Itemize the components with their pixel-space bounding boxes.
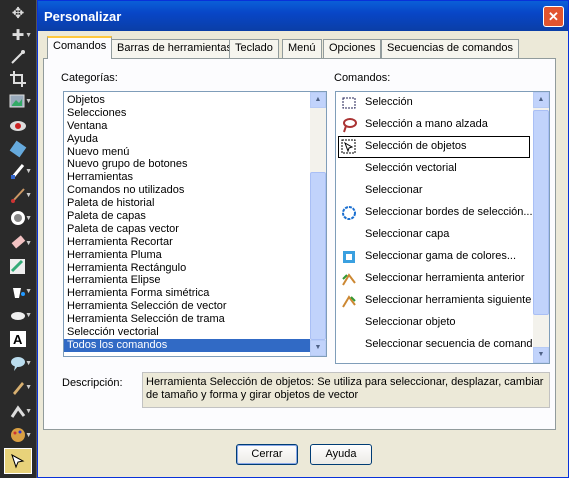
command-item[interactable]: Seleccionar herramienta siguiente bbox=[338, 290, 534, 312]
command-label: Selección vectorial bbox=[365, 162, 457, 174]
brush-icon[interactable]: ▼ bbox=[4, 158, 32, 184]
scroll-thumb[interactable] bbox=[533, 110, 549, 315]
command-label: Seleccionar gama de colores... bbox=[365, 250, 517, 262]
next-tool-icon bbox=[341, 293, 357, 309]
paint-bucket-icon[interactable]: ▼ bbox=[4, 278, 32, 304]
object-selector-icon[interactable] bbox=[4, 448, 32, 474]
scroll-thumb[interactable] bbox=[310, 172, 326, 340]
command-label: Seleccionar objeto bbox=[365, 316, 456, 328]
category-item[interactable]: Paleta de capas vector bbox=[64, 223, 326, 236]
command-label: Selección de objetos bbox=[365, 140, 467, 152]
lasso-icon bbox=[341, 117, 357, 133]
tab-secuencias-de-comandos[interactable]: Secuencias de comandos bbox=[381, 39, 519, 58]
command-item[interactable]: Selección de objetos bbox=[338, 136, 530, 158]
pen-icon[interactable]: ▼ bbox=[4, 374, 32, 400]
flood-fill-icon[interactable]: ▼ bbox=[4, 205, 32, 231]
color-range-icon bbox=[341, 249, 357, 265]
command-label: Seleccionar herramienta siguiente bbox=[365, 294, 532, 306]
category-item[interactable]: Selecciones bbox=[64, 107, 326, 120]
close-button[interactable]: Cerrar bbox=[236, 444, 298, 465]
category-item[interactable]: Herramienta Selección de trama bbox=[64, 313, 326, 326]
command-item[interactable]: Seleccionar secuencia de comandos bbox=[338, 334, 544, 356]
category-item[interactable]: Herramienta Rectángulo bbox=[64, 262, 326, 275]
command-item[interactable]: Seleccionar gama de colores... bbox=[338, 246, 534, 268]
command-label: Selección a mano alzada bbox=[365, 118, 488, 130]
commands-label: Comandos: bbox=[334, 72, 391, 84]
command-label: Seleccionar capa bbox=[365, 228, 450, 240]
command-label: Seleccionar secuencia de comandos bbox=[365, 338, 545, 350]
command-item[interactable]: Seleccionar capa bbox=[338, 224, 541, 246]
marquee-selection-icon bbox=[341, 95, 357, 111]
category-item[interactable]: Todos los comandos bbox=[64, 338, 326, 352]
description-label: Descripción: bbox=[62, 377, 123, 389]
category-item[interactable]: Herramienta Elipse bbox=[64, 274, 326, 287]
previous-tool-icon bbox=[341, 271, 357, 287]
category-item[interactable]: Comandos no utilizados bbox=[64, 184, 326, 197]
tab-barras-de-herramientas[interactable]: Barras de herramientas bbox=[111, 39, 238, 58]
category-item[interactable]: Herramienta Forma simétrica bbox=[64, 287, 326, 300]
category-item[interactable]: Herramienta Pluma bbox=[64, 249, 326, 262]
tool-strip: ✥ ✚ ▼ ▼ ▼ ▼ ▼ ▼ ▼ ▼ A ▼ ▼ ▼ ▼ bbox=[0, 0, 37, 478]
scroll-up-icon[interactable]: ▲ bbox=[533, 92, 549, 108]
scroll-down-icon[interactable]: ▼ bbox=[533, 347, 549, 363]
commands-list[interactable]: Selección Selección a mano alzada Selecció… bbox=[335, 91, 550, 364]
customize-dialog: Personalizar ✕ Comandos Barras de herram… bbox=[37, 0, 569, 478]
command-item[interactable]: Seleccionar herramienta anterior bbox=[338, 268, 534, 290]
category-item[interactable]: Nuevo grupo de botones bbox=[64, 158, 326, 171]
command-item[interactable]: Seleccionar objeto bbox=[338, 312, 541, 334]
command-label: Seleccionar herramienta anterior bbox=[365, 272, 525, 284]
command-item[interactable]: Seleccionar bordes de selección... bbox=[338, 202, 534, 224]
category-item[interactable]: Objetos bbox=[64, 94, 326, 107]
command-item[interactable]: Seleccionar bbox=[338, 180, 534, 202]
command-item[interactable]: Selección bbox=[338, 92, 534, 114]
help-button[interactable]: Ayuda bbox=[310, 444, 372, 465]
category-item[interactable]: Herramientas bbox=[64, 171, 326, 184]
categories-label: Categorías: bbox=[61, 72, 118, 84]
shape-icon[interactable]: ▼ bbox=[4, 350, 32, 376]
dialog-title: Personalizar bbox=[44, 9, 122, 24]
scroll-up-icon[interactable]: ▲ bbox=[310, 92, 326, 108]
tab-menu[interactable]: Menú bbox=[282, 39, 322, 58]
category-item[interactable]: Paleta de capas bbox=[64, 210, 326, 223]
svg-text:A: A bbox=[13, 332, 23, 347]
eraser-icon[interactable]: ▼ bbox=[4, 230, 32, 256]
category-item[interactable]: Paleta de historial bbox=[64, 197, 326, 210]
command-item[interactable]: Selección a mano alzada bbox=[338, 114, 534, 136]
category-item[interactable]: Selección vectorial bbox=[64, 326, 326, 339]
art-media-icon[interactable]: ▼ bbox=[4, 422, 32, 448]
command-label: Selección bbox=[365, 96, 413, 108]
select-borders-icon bbox=[341, 205, 357, 221]
text-icon[interactable]: A bbox=[4, 326, 32, 352]
command-label: Seleccionar bordes de selección... bbox=[365, 206, 533, 218]
category-item[interactable]: Ventana bbox=[64, 120, 326, 133]
object-selection-icon bbox=[341, 139, 357, 155]
tab-comandos[interactable]: Comandos bbox=[47, 36, 113, 59]
categories-list[interactable]: Objetos Selecciones Ventana Ayuda Nuevo menú… bbox=[63, 91, 327, 357]
category-item[interactable]: Ayuda bbox=[64, 133, 326, 146]
category-item[interactable]: Herramienta Recortar bbox=[64, 236, 326, 249]
warp-brush-icon[interactable]: ▼ bbox=[4, 398, 32, 424]
command-label: Seleccionar bbox=[365, 184, 423, 196]
picture-tube-icon[interactable]: ▼ bbox=[4, 88, 32, 114]
tab-teclado[interactable]: Teclado bbox=[229, 39, 279, 58]
description-text: Herramienta Selección de objetos: Se uti… bbox=[142, 372, 550, 408]
tab-opciones[interactable]: Opciones bbox=[323, 39, 382, 58]
category-item[interactable]: Herramienta Selección de vector bbox=[64, 300, 326, 313]
color-replacer-icon[interactable] bbox=[4, 254, 32, 280]
commands-scrollbar[interactable]: ▲ ▼ bbox=[533, 92, 549, 363]
category-item[interactable]: Nuevo menú bbox=[64, 146, 326, 159]
title-bar: Personalizar ✕ bbox=[38, 1, 568, 31]
scroll-down-icon[interactable]: ▼ bbox=[310, 340, 326, 356]
close-icon[interactable]: ✕ bbox=[543, 6, 564, 27]
command-item[interactable]: Selección vectorial bbox=[338, 158, 541, 180]
retouch-icon[interactable]: ▼ bbox=[4, 302, 32, 328]
categories-scrollbar[interactable]: ▲ ▼ bbox=[310, 92, 326, 356]
